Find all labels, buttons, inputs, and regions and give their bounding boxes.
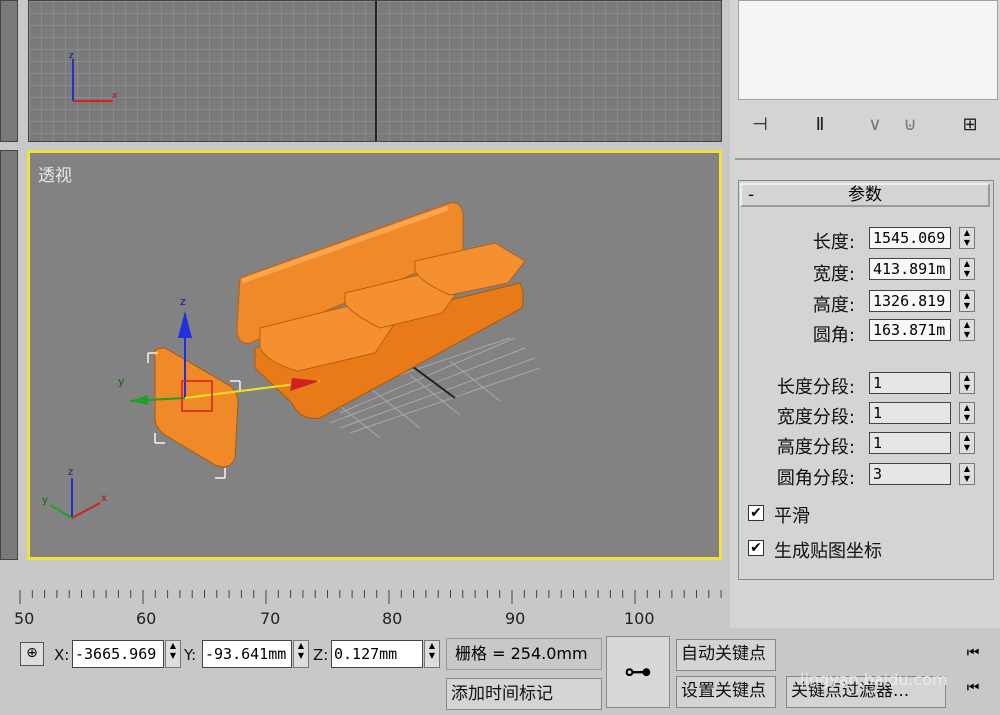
rollout-header[interactable]: - 参数 (740, 183, 990, 207)
time-slider-track[interactable]: 50 60 70 80 90 100 (0, 588, 728, 628)
rollout-title: 参数 (848, 185, 882, 205)
z-coordinate-field[interactable]: 0.127mm (331, 640, 423, 668)
configure-modifier-sets-icon[interactable]: ⊞ (955, 110, 985, 140)
add-time-tag-button[interactable]: 添加时间标记 (446, 678, 602, 710)
param-width-spinner[interactable]: ▲ ▼ (959, 258, 975, 280)
tick-label: 70 (260, 609, 281, 628)
y-coordinate-field[interactable]: -93.641mm (202, 640, 292, 668)
gen-mapping-label: 生成贴图坐标 (774, 541, 882, 562)
y-label: Y: (184, 646, 197, 664)
seg-fillet-label: 圆角分段: (776, 468, 855, 489)
param-height-label: 高度: (812, 295, 855, 316)
gen-mapping-checkbox[interactable]: ✔ (748, 540, 764, 556)
make-unique-icon[interactable]: ∨ (860, 110, 890, 140)
svg-text:x: x (112, 91, 118, 101)
smooth-checkbox[interactable]: ✔ (748, 505, 764, 521)
top-viewport[interactable]: z x (28, 0, 722, 142)
svg-text:z: z (68, 467, 73, 478)
svg-text:y: y (118, 375, 125, 388)
seg-height-spinner[interactable]: ▲ ▼ (959, 432, 975, 454)
pin-stack-icon[interactable]: ⊣ (745, 110, 775, 140)
param-width-label: 宽度: (812, 264, 855, 285)
viewport-axis-line (375, 1, 377, 141)
left-viewport-strip-top (0, 0, 18, 142)
seg-fillet-field[interactable]: 3 (869, 463, 951, 485)
left-viewport-strip-bottom (0, 150, 18, 560)
param-length-label: 长度: (812, 232, 855, 253)
seg-width-label: 宽度分段: (776, 407, 855, 428)
svg-text:x: x (101, 493, 107, 504)
seg-height-field[interactable]: 1 (869, 432, 951, 454)
remove-modifier-icon[interactable]: ⊍ (895, 110, 925, 140)
modifier-stack-list[interactable] (738, 0, 998, 100)
perspective-viewport[interactable]: 透视 z y z x y (27, 150, 722, 560)
watermark: jingyan.baidu.com (800, 670, 948, 689)
sofa-scene: z y z x y (42, 202, 541, 519)
key-icon[interactable]: ⊶ (606, 636, 670, 708)
z-label: Z: (313, 646, 329, 664)
seg-width-field[interactable]: 1 (869, 402, 951, 424)
x-coordinate-spinner[interactable]: ▲ ▼ (165, 640, 181, 668)
param-length-spinner[interactable]: ▲ ▼ (959, 227, 975, 249)
param-length-field[interactable]: 1545.069 (869, 227, 951, 249)
tick-label: 100 (624, 609, 655, 628)
absolute-mode-toggle-icon[interactable]: ⊕ (20, 642, 44, 666)
rollout-collapse-toggle[interactable]: - (748, 185, 754, 205)
svg-text:z: z (180, 295, 186, 308)
param-fillet-field[interactable]: 163.871m (869, 319, 951, 341)
param-fillet-label: 圆角: (812, 325, 855, 346)
show-end-result-icon[interactable]: Ⅱ (805, 110, 835, 140)
seg-height-label: 高度分段: (776, 437, 855, 458)
tick-label: 80 (382, 609, 403, 628)
param-height-spinner[interactable]: ▲ ▼ (959, 290, 975, 312)
tick-label: 90 (505, 609, 526, 628)
smooth-label: 平滑 (774, 506, 810, 527)
svg-text:z: z (69, 51, 74, 61)
tick-label: 60 (136, 609, 157, 628)
timeline-ticks (19, 590, 722, 604)
param-height-field[interactable]: 1326.819 (869, 290, 951, 312)
axis-gizmo-icon: z x (69, 51, 118, 102)
param-fillet-spinner[interactable]: ▲ ▼ (959, 319, 975, 341)
seg-width-spinner[interactable]: ▲ ▼ (959, 402, 975, 424)
set-key-button[interactable]: 设置关键点 (676, 676, 776, 708)
x-label: X: (54, 646, 70, 664)
go-to-start-icon[interactable]: ⏮ (958, 645, 988, 665)
y-coordinate-spinner[interactable]: ▲ ▼ (293, 640, 309, 668)
previous-frame-icon[interactable]: ⏮ (958, 680, 988, 700)
z-coordinate-spinner[interactable]: ▲ ▼ (424, 640, 440, 668)
param-width-field[interactable]: 413.891m (869, 258, 951, 280)
seg-length-spinner[interactable]: ▲ ▼ (959, 372, 975, 394)
seg-length-field[interactable]: 1 (869, 372, 951, 394)
auto-key-button[interactable]: 自动关键点 (676, 639, 776, 671)
grid-size-display: 栅格 = 254.0mm (446, 638, 602, 670)
seg-fillet-spinner[interactable]: ▲ ▼ (959, 463, 975, 485)
seg-length-label: 长度分段: (776, 377, 855, 398)
tick-label: 50 (14, 609, 35, 628)
x-coordinate-field[interactable]: -3665.969 (72, 640, 164, 668)
svg-text:y: y (42, 495, 48, 506)
panel-divider (735, 158, 1000, 160)
